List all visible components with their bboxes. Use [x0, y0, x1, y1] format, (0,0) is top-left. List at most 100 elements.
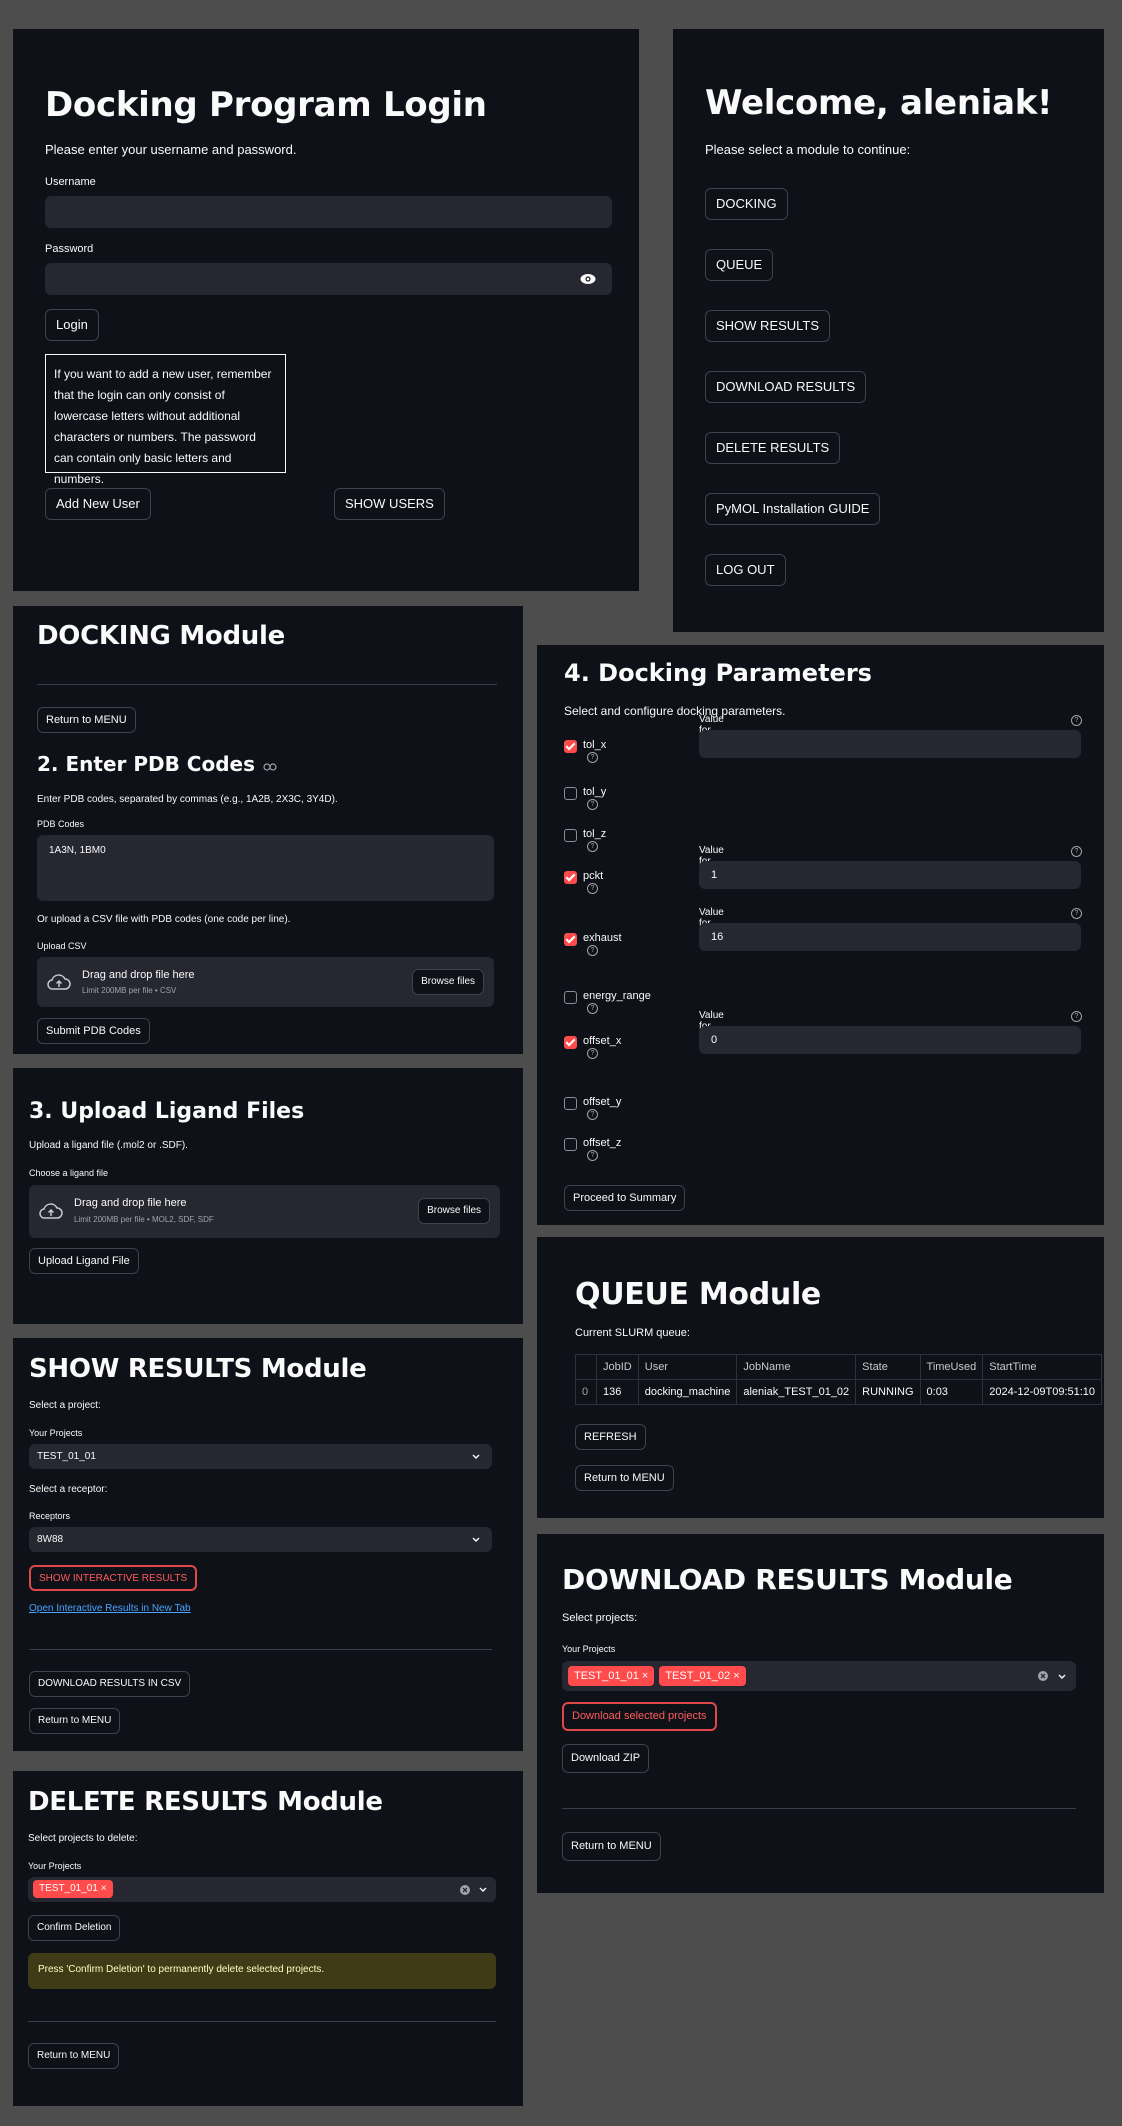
menu-queue-button[interactable]: QUEUE: [705, 249, 774, 281]
csv-upload-label: Upload CSV: [37, 941, 87, 951]
drag-drop-text: Drag and drop file here: [82, 969, 195, 981]
table-cell: 2024-12-09T09:51:10: [982, 1379, 1103, 1405]
checkbox-offset-x[interactable]: [564, 1036, 577, 1049]
value-input-text: 1: [711, 869, 718, 881]
params-panel: 4. Docking Parameters Select and configu…: [537, 645, 1104, 1225]
return-menu-button[interactable]: Return to MENU: [575, 1465, 674, 1491]
checkbox-tol-x[interactable]: [564, 740, 577, 753]
param-label-text: tol_z: [583, 828, 607, 840]
menu-show-results-button[interactable]: SHOW RESULTS: [705, 310, 831, 342]
menu-logout-button[interactable]: LOG OUT: [705, 554, 786, 586]
login-subtitle: Please enter your username and password.: [45, 142, 297, 157]
menu-delete-results-button[interactable]: DELETE RESULTS: [705, 432, 841, 464]
clear-all-icon[interactable]: [460, 1885, 470, 1895]
submit-pdb-button[interactable]: Submit PDB Codes: [37, 1018, 150, 1044]
queue-title: QUEUE Module: [575, 1277, 821, 1312]
checkbox-tol-y[interactable]: [564, 787, 577, 800]
menu-download-results-button[interactable]: DOWNLOAD RESULTS: [705, 371, 867, 403]
checkbox-pckt[interactable]: [564, 871, 577, 884]
download-zip-button[interactable]: Download ZIP: [562, 1744, 650, 1773]
csv-dropzone[interactable]: Drag and drop file here Limit 200MB per …: [37, 957, 494, 1007]
return-menu-button[interactable]: Return to MENU: [562, 1832, 661, 1861]
return-menu-button[interactable]: Return to MENU: [37, 707, 136, 733]
select-receptor-text: Select a receptor:: [29, 1484, 108, 1495]
column-header: TimeUsed: [919, 1354, 984, 1380]
value-input-pckt[interactable]: 1: [699, 861, 1081, 889]
help-icon[interactable]: ?: [587, 882, 598, 894]
remove-tag-icon[interactable]: ×: [101, 1883, 107, 1894]
help-icon[interactable]: ?: [1071, 908, 1082, 919]
projects-label: Your Projects: [562, 1644, 616, 1654]
value-input-tol-x[interactable]: [699, 730, 1081, 758]
help-icon[interactable]: ?: [587, 944, 598, 956]
login-button[interactable]: Login: [45, 309, 99, 341]
projects-multiselect[interactable]: TEST_01_01 × TEST_01_02 ×: [562, 1661, 1076, 1691]
password-input[interactable]: [45, 263, 612, 295]
checkbox-energy-range[interactable]: [564, 991, 577, 1004]
ligand-dropzone[interactable]: Drag and drop file here Limit 200MB per …: [29, 1185, 500, 1238]
proceed-summary-button[interactable]: Proceed to Summary: [564, 1185, 686, 1211]
project-select[interactable]: TEST_01_01: [29, 1444, 492, 1469]
value-input-exhaust[interactable]: 16: [699, 923, 1081, 951]
remove-tag-icon[interactable]: ×: [733, 1670, 739, 1682]
delete-projects-multiselect[interactable]: TEST_01_01 ×: [28, 1877, 496, 1902]
checkbox-offset-z[interactable]: [564, 1138, 577, 1151]
help-icon[interactable]: ?: [587, 751, 598, 763]
column-header: State: [855, 1354, 921, 1380]
help-icon[interactable]: ?: [587, 1047, 598, 1059]
return-menu-button[interactable]: Return to MENU: [28, 2043, 120, 2069]
param-label: energy_range?: [583, 990, 651, 1014]
help-icon[interactable]: ?: [587, 840, 598, 852]
params-subtitle: Select and configure docking parameters.: [564, 704, 786, 718]
download-csv-button[interactable]: DOWNLOAD RESULTS IN CSV: [29, 1671, 191, 1697]
login-panel: Docking Program Login Please enter your …: [13, 29, 639, 591]
help-icon[interactable]: ?: [587, 1149, 598, 1161]
password-label: Password: [45, 243, 94, 255]
pdb-codes-textarea[interactable]: 1A3N, 1BM0: [37, 835, 494, 901]
param-label: tol_z?: [583, 828, 606, 852]
link-icon[interactable]: [263, 763, 278, 771]
help-icon[interactable]: ?: [587, 1002, 598, 1014]
show-interactive-results-button[interactable]: SHOW INTERACTIVE RESULTS: [29, 1565, 198, 1591]
help-icon[interactable]: ?: [587, 1108, 598, 1120]
clear-all-icon[interactable]: [1038, 1671, 1048, 1681]
help-icon[interactable]: ?: [1071, 715, 1082, 726]
open-interactive-link[interactable]: Open Interactive Results in New Tab: [29, 1603, 191, 1614]
add-user-button[interactable]: Add New User: [45, 488, 151, 520]
project-tag-label: TEST_01_01: [574, 1670, 639, 1682]
show-results-panel: SHOW RESULTS Module Select a project: Yo…: [13, 1338, 523, 1751]
show-users-button[interactable]: SHOW USERS: [334, 488, 445, 520]
pdb-heading-text: 2. Enter PDB Codes: [37, 752, 255, 776]
help-icon[interactable]: ?: [1071, 846, 1082, 857]
help-icon[interactable]: ?: [587, 798, 598, 810]
eye-icon[interactable]: [580, 273, 596, 285]
return-menu-button[interactable]: Return to MENU: [29, 1708, 121, 1734]
browse-files-button[interactable]: Browse files: [418, 1198, 490, 1224]
param-label-text: offset_z: [583, 1137, 622, 1149]
ligand-file-label: Choose a ligand file: [29, 1168, 109, 1178]
confirm-deletion-button[interactable]: Confirm Deletion: [28, 1915, 121, 1941]
browse-files-button[interactable]: Browse files: [412, 969, 484, 995]
remove-tag-icon[interactable]: ×: [642, 1670, 648, 1682]
param-label: offset_z?: [583, 1137, 621, 1161]
menu-pymol-guide-button[interactable]: PyMOL Installation GUIDE: [705, 493, 881, 525]
checkbox-offset-y[interactable]: [564, 1097, 577, 1110]
checkbox-tol-z[interactable]: [564, 829, 577, 842]
column-header: JobName: [736, 1354, 857, 1380]
receptor-select[interactable]: 8W88: [29, 1527, 492, 1552]
docking-title: DOCKING Module: [37, 621, 285, 651]
menu-docking-button[interactable]: DOCKING: [705, 188, 788, 220]
receptors-label: Receptors: [29, 1511, 71, 1521]
projects-label: Your Projects: [29, 1428, 83, 1438]
upload-ligand-button[interactable]: Upload Ligand File: [29, 1248, 139, 1274]
value-input-offset-x[interactable]: 0: [699, 1026, 1081, 1054]
download-selected-button[interactable]: Download selected projects: [562, 1702, 717, 1731]
download-title: DOWNLOAD RESULTS Module: [562, 1563, 1013, 1596]
refresh-button[interactable]: REFRESH: [575, 1424, 646, 1450]
cloud-upload-icon: [39, 1203, 63, 1219]
checkbox-exhaust[interactable]: [564, 933, 577, 946]
help-icon[interactable]: ?: [1071, 1011, 1082, 1022]
chevron-down-icon: [479, 1887, 487, 1892]
drag-drop-text: Drag and drop file here: [74, 1197, 187, 1209]
username-input[interactable]: [45, 196, 612, 228]
